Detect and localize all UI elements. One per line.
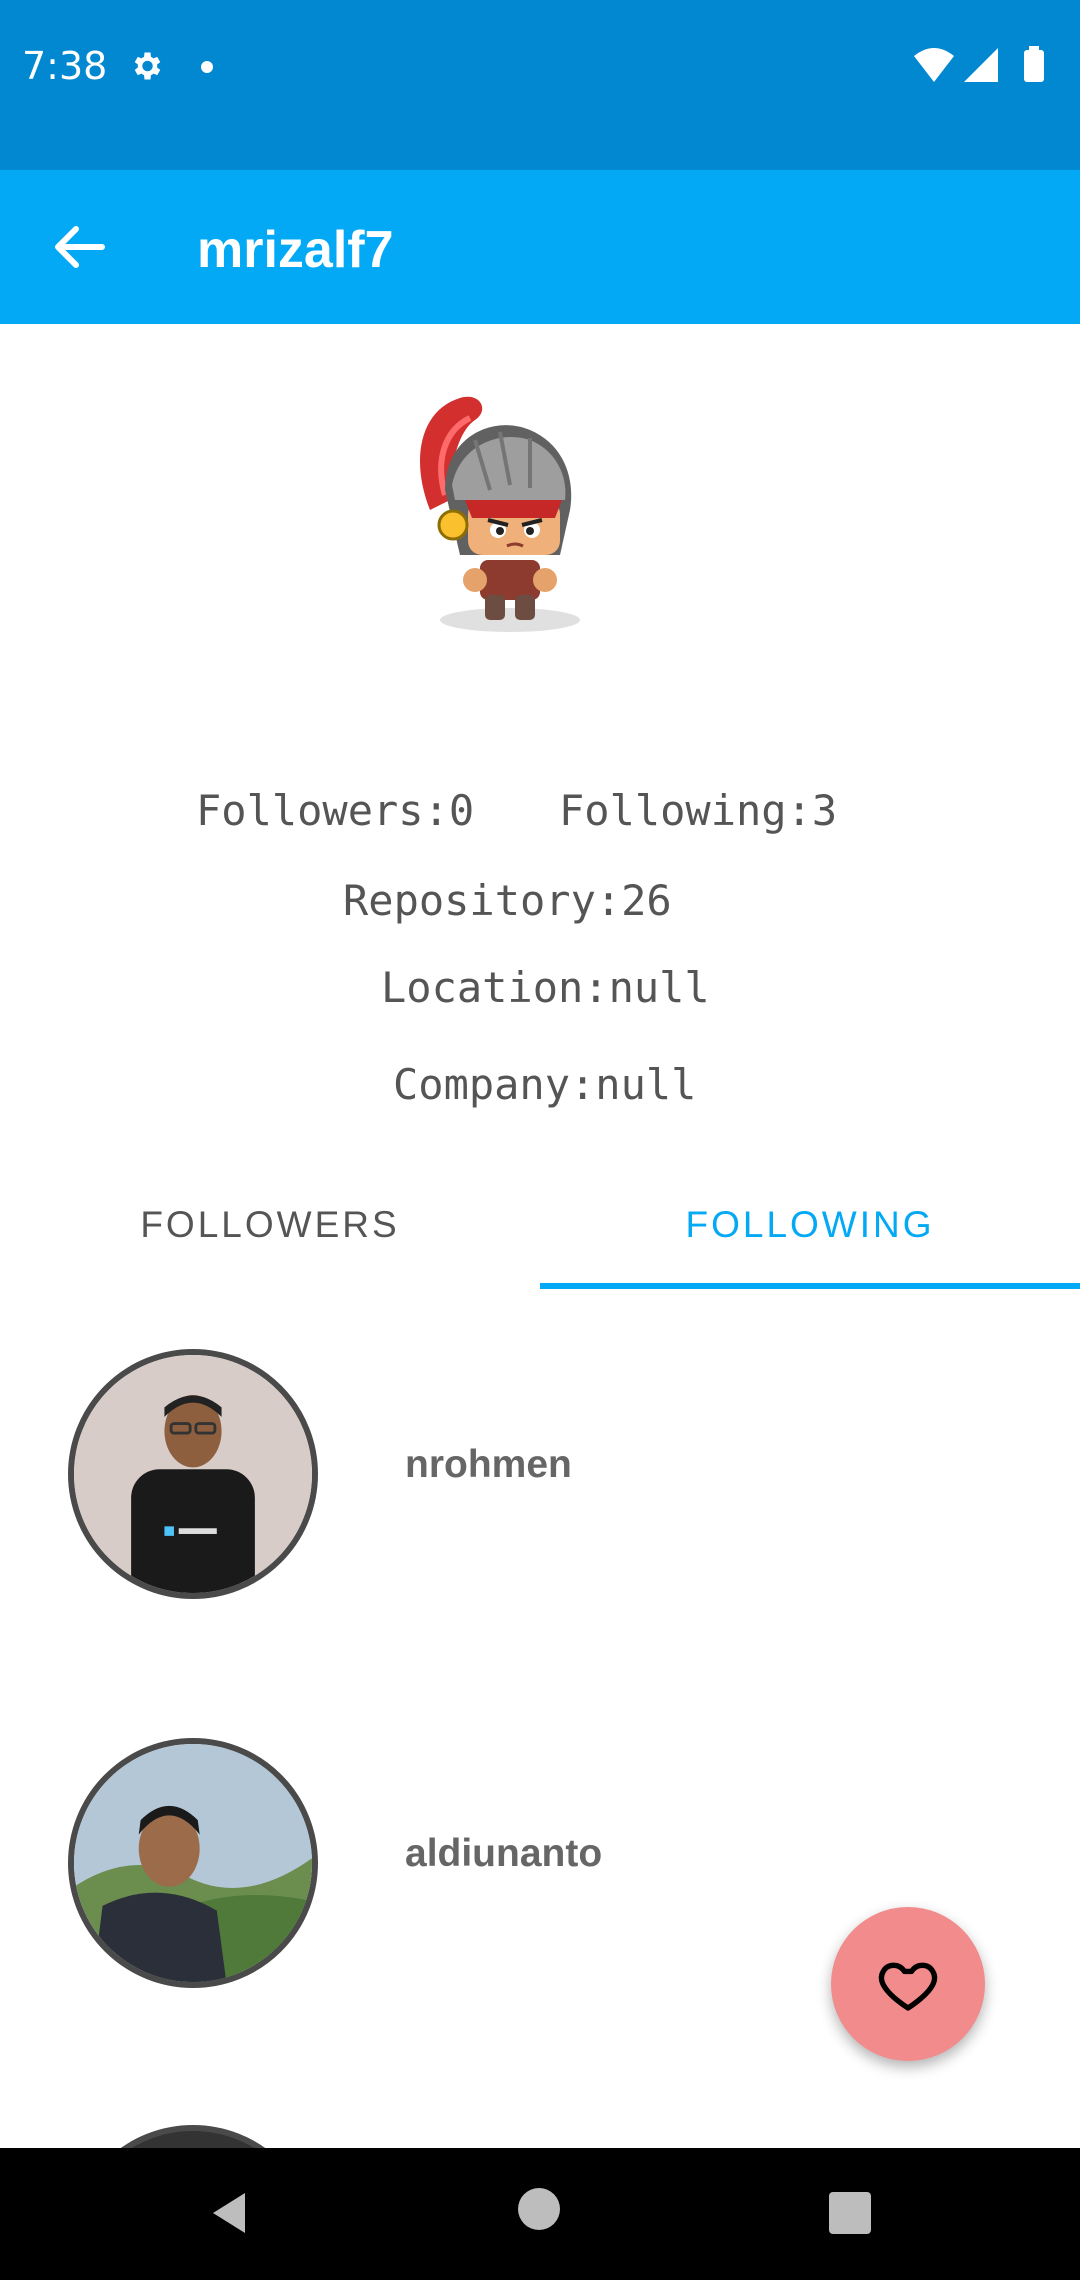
status-time: 7:38 (22, 44, 108, 88)
nav-back-icon[interactable] (205, 2188, 255, 2238)
cell-signal-icon (964, 48, 998, 82)
followers-count: Followers:0 (196, 786, 475, 835)
following-count: Following:3 (559, 786, 838, 835)
company-text: Company:null (393, 1060, 697, 1109)
username: nrohmen (405, 1443, 572, 1486)
tab-bar: FOLLOWERS FOLLOWING (0, 1160, 1080, 1290)
back-arrow-icon[interactable] (40, 207, 120, 287)
tab-followers[interactable]: FOLLOWERS (0, 1160, 540, 1290)
app-bar: mrizalf7 (0, 170, 1080, 324)
tab-indicator (540, 1283, 1080, 1289)
username: aldiunanto (405, 1832, 603, 1875)
heart-outline-icon (878, 1962, 938, 2011)
status-icons (914, 46, 1044, 82)
wifi-icon (914, 48, 954, 82)
profile-avatar (420, 396, 580, 632)
nav-home-icon[interactable] (518, 2188, 560, 2230)
tab-following[interactable]: FOLLOWING (540, 1160, 1080, 1290)
status-bar: 7:38 (0, 0, 1080, 170)
system-nav-bar (0, 2148, 1080, 2280)
notification-dot-icon (201, 61, 213, 73)
settings-gear-icon (134, 52, 161, 80)
nav-recents-icon[interactable] (829, 2192, 871, 2234)
page-title: mrizalf7 (197, 221, 394, 279)
battery-icon (1024, 50, 1044, 82)
avatar (68, 1349, 318, 1599)
repository-count: Repository:26 (343, 876, 672, 925)
location-text: Location:null (381, 963, 710, 1012)
list-item[interactable]: nrohmen (0, 1340, 1080, 1600)
favorite-button[interactable] (831, 1907, 985, 2061)
avatar (68, 1738, 318, 1988)
